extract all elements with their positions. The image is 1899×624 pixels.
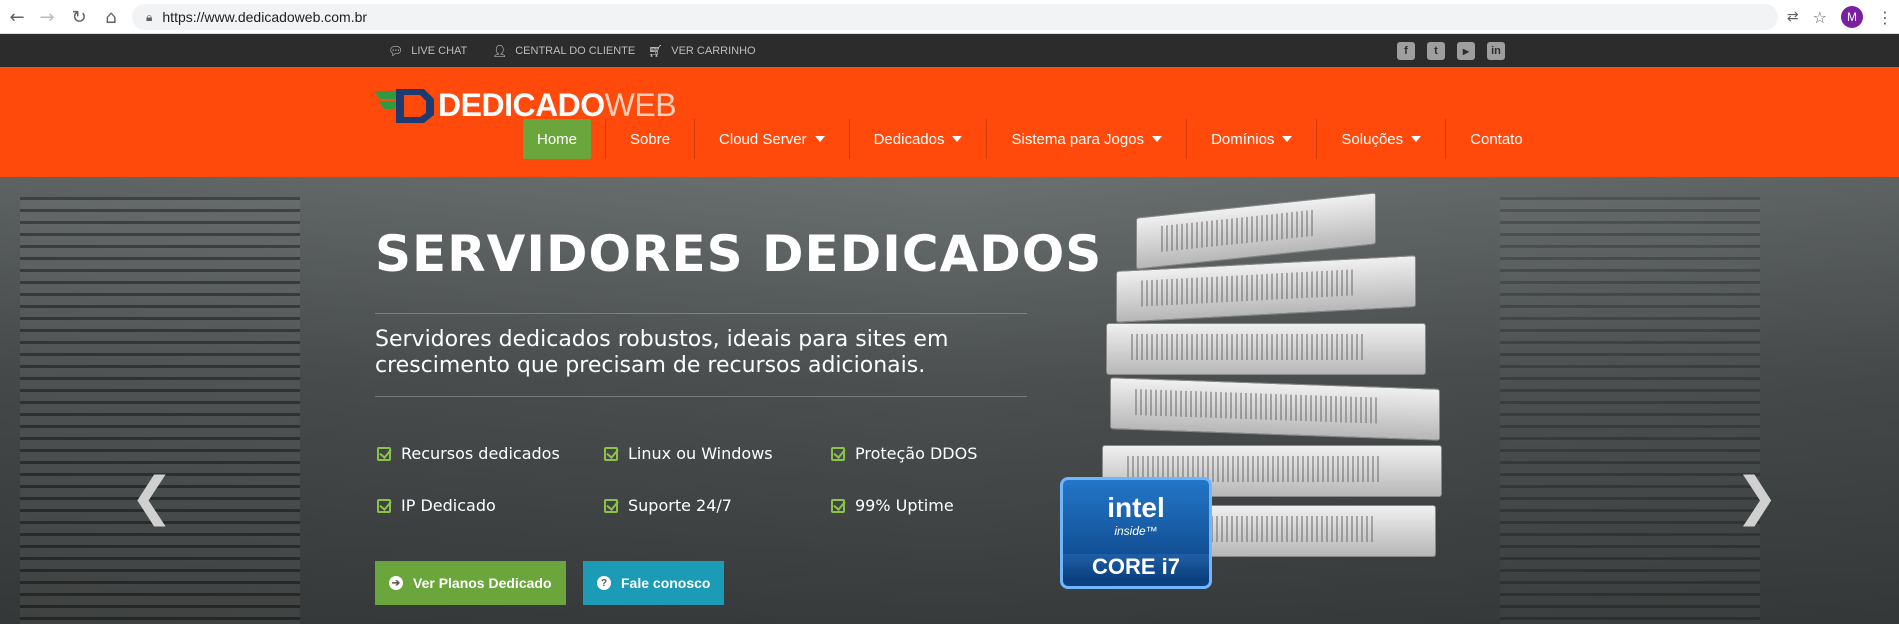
user-icon: 👤︎ bbox=[492, 43, 508, 58]
live-chat-label: LIVE CHAT bbox=[411, 44, 468, 57]
top-bar: 💬︎ LIVE CHAT 👤︎ CENTRAL DO CLIENTE 🛒︎ VE… bbox=[0, 34, 1899, 67]
menu-icon[interactable]: ⋮ bbox=[1877, 8, 1893, 27]
arrow-circle-icon: ➔ bbox=[389, 576, 403, 590]
feature-item: Proteção DDOS bbox=[831, 444, 977, 463]
question-circle-icon: ? bbox=[597, 576, 611, 590]
nav-contato[interactable]: Contato bbox=[1446, 119, 1547, 159]
logo-mark-icon bbox=[374, 85, 438, 125]
live-chat-link[interactable]: 💬︎ LIVE CHAT bbox=[388, 34, 467, 67]
feature-item: 99% Uptime bbox=[831, 496, 954, 515]
caret-down-icon bbox=[952, 136, 963, 142]
check-icon bbox=[831, 498, 845, 513]
check-icon bbox=[377, 446, 391, 461]
youtube-icon[interactable]: ▶ bbox=[1457, 42, 1475, 60]
home-icon[interactable]: ⌂ bbox=[96, 2, 126, 32]
cart-label: VER CARRINHO bbox=[671, 44, 756, 57]
server-unit bbox=[1136, 192, 1376, 270]
caret-down-icon bbox=[1411, 136, 1422, 142]
nav-sobre[interactable]: Sobre bbox=[606, 119, 694, 159]
client-area-label: CENTRAL DO CLIENTE bbox=[515, 44, 636, 57]
check-icon bbox=[377, 498, 391, 513]
hero-title: SERVIDORES DEDICADOS bbox=[375, 225, 1103, 283]
check-icon bbox=[604, 446, 618, 461]
intel-core-i7-badge: intel inside™ CORE i7 bbox=[1060, 477, 1212, 589]
cart-icon: 🛒︎ bbox=[648, 43, 664, 58]
next-slide-arrow[interactable]: ❯ bbox=[1735, 467, 1779, 527]
cart-link[interactable]: 🛒︎ VER CARRINHO bbox=[648, 34, 756, 67]
check-icon bbox=[604, 498, 618, 513]
nav-solucoes[interactable]: Soluções bbox=[1317, 119, 1445, 159]
back-icon[interactable]: ← bbox=[2, 2, 32, 32]
translate-icon[interactable]: ⇄ bbox=[1787, 9, 1799, 25]
ver-planos-button[interactable]: ➔ Ver Planos Dedicado bbox=[375, 561, 566, 605]
hero-subtitle: Servidores dedicados robustos, ideais pa… bbox=[375, 327, 949, 378]
feature-item: Suporte 24/7 bbox=[604, 496, 732, 515]
nav-dominios[interactable]: Domínios bbox=[1187, 119, 1316, 159]
caret-down-icon bbox=[814, 136, 825, 142]
background-rack bbox=[20, 197, 300, 624]
prev-slide-arrow[interactable]: ❮ bbox=[130, 467, 174, 527]
server-unit bbox=[1106, 323, 1426, 375]
reload-icon[interactable]: ↻ bbox=[64, 2, 94, 32]
bookmark-star-icon[interactable]: ☆ bbox=[1813, 8, 1827, 27]
hero-slider: SERVIDORES DEDICADOS Servidores dedicado… bbox=[0, 177, 1899, 624]
feature-item: Recursos dedicados bbox=[377, 444, 560, 463]
nav-cloud-server[interactable]: Cloud Server bbox=[695, 119, 849, 159]
main-nav: Home Sobre Cloud Server Dedicados Sistem… bbox=[523, 119, 1547, 159]
address-bar[interactable]: 🔒︎ https://www.dedicadoweb.com.br bbox=[132, 4, 1778, 30]
check-icon bbox=[831, 446, 845, 461]
server-unit bbox=[1110, 377, 1440, 441]
forward-icon[interactable]: → bbox=[32, 2, 62, 32]
feature-item: IP Dedicado bbox=[377, 496, 496, 515]
nav-home[interactable]: Home bbox=[523, 119, 592, 159]
nav-sistema-para-jogos[interactable]: Sistema para Jogos bbox=[987, 119, 1186, 159]
feature-item: Linux ou Windows bbox=[604, 444, 773, 463]
lock-icon: 🔒︎ bbox=[146, 9, 153, 24]
client-area-link[interactable]: 👤︎ CENTRAL DO CLIENTE bbox=[492, 34, 635, 67]
caret-down-icon bbox=[1152, 136, 1163, 142]
nav-dedicados[interactable]: Dedicados bbox=[850, 119, 987, 159]
linkedin-icon[interactable]: in bbox=[1487, 42, 1505, 60]
profile-avatar[interactable]: M bbox=[1841, 6, 1863, 28]
logo-text: DEDICADOWEB bbox=[438, 86, 677, 123]
facebook-icon[interactable]: f bbox=[1397, 42, 1415, 60]
fale-conosco-button[interactable]: ? Fale conosco bbox=[583, 561, 725, 605]
caret-down-icon bbox=[1282, 136, 1293, 142]
divider bbox=[375, 396, 1027, 397]
background-rack bbox=[1500, 197, 1760, 624]
twitter-icon[interactable]: t bbox=[1427, 42, 1445, 60]
browser-toolbar: ← → ↻ ⌂ 🔒︎ https://www.dedicadoweb.com.b… bbox=[0, 0, 1899, 34]
main-header: DEDICADOWEB Home Sobre Cloud Server Dedi… bbox=[0, 67, 1899, 177]
chat-icon: 💬︎ bbox=[388, 43, 404, 58]
url-text: https://www.dedicadoweb.com.br bbox=[162, 9, 368, 25]
divider bbox=[375, 313, 1027, 314]
